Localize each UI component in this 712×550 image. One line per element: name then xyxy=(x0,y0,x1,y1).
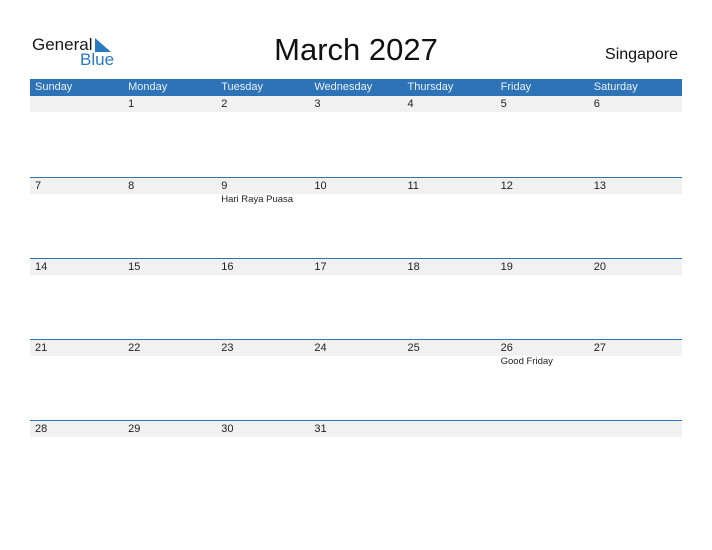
day-number: 20 xyxy=(593,261,606,273)
day-number: 15 xyxy=(128,261,141,273)
holiday-label xyxy=(123,194,216,206)
day-number: 26 xyxy=(500,342,513,354)
day-number: 10 xyxy=(314,180,327,192)
day-number: 19 xyxy=(500,261,513,273)
date-number-row: 7 8 9 10 11 12 13 xyxy=(30,178,682,194)
day-number: 12 xyxy=(500,180,513,192)
day-number: 11 xyxy=(407,180,419,192)
holiday-label xyxy=(403,194,496,206)
holiday-label xyxy=(309,194,402,206)
weekday-tuesday: Tuesday xyxy=(221,81,264,93)
day-number: 9 xyxy=(221,180,228,192)
day-number: 4 xyxy=(407,98,414,110)
day-number: 27 xyxy=(593,342,606,354)
day-number: 6 xyxy=(593,98,600,110)
date-number-row: 14 15 16 17 18 19 20 xyxy=(30,259,682,275)
date-number-row: 21 22 23 24 25 26 27 xyxy=(30,340,682,356)
weekday-wednesday: Wednesday xyxy=(314,81,373,93)
day-number: 1 xyxy=(128,98,135,110)
day-number: 7 xyxy=(35,180,42,192)
day-number: 28 xyxy=(35,423,48,435)
day-number: 23 xyxy=(221,342,234,354)
holiday-label xyxy=(30,194,123,206)
day-number: 8 xyxy=(128,180,135,192)
calendar-grid: Sunday Monday Tuesday Wednesday Thursday… xyxy=(30,79,682,501)
holiday-label: Good Friday xyxy=(500,356,553,367)
day-number xyxy=(589,421,682,437)
day-number: 31 xyxy=(314,423,327,435)
weekday-header: Sunday Monday Tuesday Wednesday Thursday… xyxy=(30,79,682,96)
weekday-friday: Friday xyxy=(500,81,532,93)
day-number xyxy=(403,421,496,437)
weekday-monday: Monday xyxy=(128,81,168,93)
day-number: 3 xyxy=(314,98,321,110)
week-row: 28 29 30 31 xyxy=(30,420,682,501)
week-row: 21 22 23 24 25 26 27 Good Friday xyxy=(30,339,682,420)
holiday-label xyxy=(589,356,682,368)
day-number: 30 xyxy=(221,423,234,435)
holiday-label xyxy=(403,356,496,368)
day-number: 21 xyxy=(35,342,48,354)
day-number xyxy=(496,421,589,437)
weekday-thursday: Thursday xyxy=(407,81,454,93)
holiday-label xyxy=(123,356,216,368)
week-row: 1 2 3 4 5 6 xyxy=(30,96,682,177)
day-number: 14 xyxy=(35,261,48,273)
holiday-label xyxy=(309,356,402,368)
events-row: Hari Raya Puasa xyxy=(30,194,682,206)
day-number: 29 xyxy=(128,423,141,435)
week-row: 7 8 9 10 11 12 13 Hari Raya Puasa xyxy=(30,177,682,258)
weekday-sunday: Sunday xyxy=(35,81,73,93)
week-row: 14 15 16 17 18 19 20 xyxy=(30,258,682,339)
day-number: 2 xyxy=(221,98,228,110)
date-number-row: 1 2 3 4 5 6 xyxy=(30,96,682,112)
date-number-row: 28 29 30 31 xyxy=(30,421,682,437)
day-number: 25 xyxy=(407,342,420,354)
day-number xyxy=(30,96,123,112)
day-number: 13 xyxy=(593,180,606,192)
holiday-label xyxy=(589,194,682,206)
holiday-label xyxy=(216,356,309,368)
weekday-saturday: Saturday xyxy=(593,81,638,93)
holiday-label xyxy=(496,194,589,206)
day-number: 22 xyxy=(128,342,141,354)
day-number: 17 xyxy=(314,261,327,273)
holiday-label: Hari Raya Puasa xyxy=(221,194,294,205)
day-number: 18 xyxy=(407,261,420,273)
day-number: 24 xyxy=(314,342,327,354)
country-label: Singapore xyxy=(605,46,678,63)
day-number: 16 xyxy=(221,261,234,273)
holiday-label xyxy=(30,356,123,368)
day-number: 5 xyxy=(500,98,507,110)
events-row: Good Friday xyxy=(30,356,682,368)
